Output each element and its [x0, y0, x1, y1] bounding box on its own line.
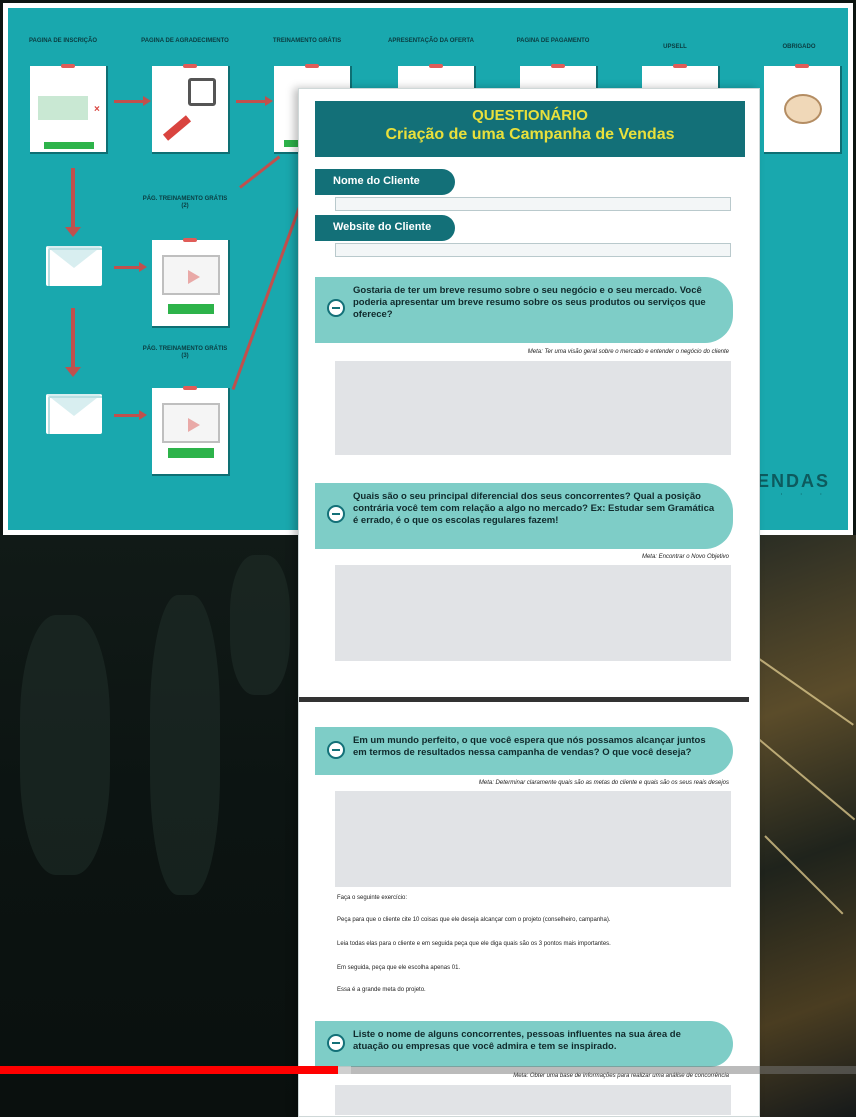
video-progress-bar[interactable] [0, 1066, 856, 1074]
question-1-note: Meta: Ter uma visão geral sobre o mercad… [527, 349, 729, 355]
instruction-line: Leia todas elas para o cliente e em segu… [337, 941, 611, 947]
answer-box-3[interactable] [335, 791, 731, 887]
node-label: PÁG. TREINAMENTO GRÁTIS (2) [142, 196, 228, 209]
free-training-3-node [152, 386, 230, 476]
node-label: OBRIGADO [782, 44, 816, 50]
calendar-icon [188, 78, 216, 106]
city-road-background [754, 535, 856, 1117]
page-divider [299, 697, 749, 702]
node-label: PAGINA DE PAGAMENTO [516, 38, 590, 44]
node-label: PAGINA DE INSCRIÇÃO [28, 38, 97, 44]
thank-you-final-node [764, 64, 842, 154]
free-training-2-node [152, 238, 230, 328]
document-title: QUESTIONÁRIO [472, 107, 588, 124]
node-label: TREINAMENTO GRÁTIS [272, 38, 342, 44]
play-icon [188, 270, 200, 284]
question-2: Quais são o seu principal diferencial do… [315, 483, 733, 549]
flow-arrow [65, 308, 81, 377]
document-header: QUESTIONÁRIO Criação de uma Campanha de … [315, 101, 745, 157]
question-icon [327, 1034, 345, 1052]
node-label: UPSELL [663, 44, 687, 50]
question-1: Gostaria de ter um breve resumo sobre o … [315, 277, 733, 343]
answer-box-1[interactable] [335, 361, 731, 455]
node-label: APRESENTAÇÃO DA OFERTA [388, 38, 474, 44]
client-name-field[interactable] [335, 197, 731, 211]
question-2-note: Meta: Encontrar o Novo Objetivo [641, 554, 729, 560]
email-icon [46, 246, 102, 286]
question-icon [327, 505, 345, 523]
handshake-icon [784, 94, 822, 124]
answer-box-2[interactable] [335, 565, 731, 661]
document-subtitle: Criação de uma Campanha de Vendas [385, 126, 675, 143]
pencil-icon [162, 115, 192, 141]
video-frame[interactable]: PAGINA DE INSCRIÇÃO PAGINA DE AGRADECIME… [0, 0, 856, 1117]
video-progress-fill [0, 1066, 339, 1074]
question-3: Em um mundo perfeito, o que você espera … [315, 727, 733, 775]
flow-arrow [114, 262, 147, 272]
client-name-label: Nome do Cliente [315, 169, 455, 195]
instruction-line: Faça o seguinte exercício: [337, 895, 408, 901]
instruction-line: Peça para que o cliente cite 10 coisas q… [337, 917, 611, 923]
flow-arrow [65, 168, 81, 237]
question-icon [327, 299, 345, 317]
question-3-note: Meta: Determinar claramente quais são as… [478, 780, 729, 786]
flow-connector [239, 155, 281, 189]
video-thumbnail [162, 403, 220, 443]
instruction-line: Essa é a grande meta do projeto. [337, 987, 426, 993]
video-thumbnail [162, 255, 220, 295]
email-icon [46, 394, 102, 434]
client-website-label: Website do Cliente [315, 215, 455, 241]
flow-arrow [114, 96, 151, 106]
question-icon [327, 741, 345, 759]
instruction-line: Em seguida, peça que ele escolha apenas … [337, 965, 461, 971]
node-label: PÁG. TREINAMENTO GRÁTIS (3) [142, 346, 228, 359]
questionnaire-document: QUESTIONÁRIO Criação de uma Campanha de … [298, 88, 760, 1117]
answer-box-4[interactable] [335, 1085, 731, 1115]
play-icon [188, 418, 200, 432]
thank-you-page-node [152, 64, 230, 154]
client-website-field[interactable] [335, 243, 731, 257]
flow-arrow [236, 96, 273, 106]
question-4: Liste o nome de alguns concorrentes, pes… [315, 1021, 733, 1067]
flow-arrow [114, 410, 147, 420]
node-label: PAGINA DE AGRADECIMENTO [141, 38, 229, 44]
signup-page-node: × [30, 64, 108, 154]
